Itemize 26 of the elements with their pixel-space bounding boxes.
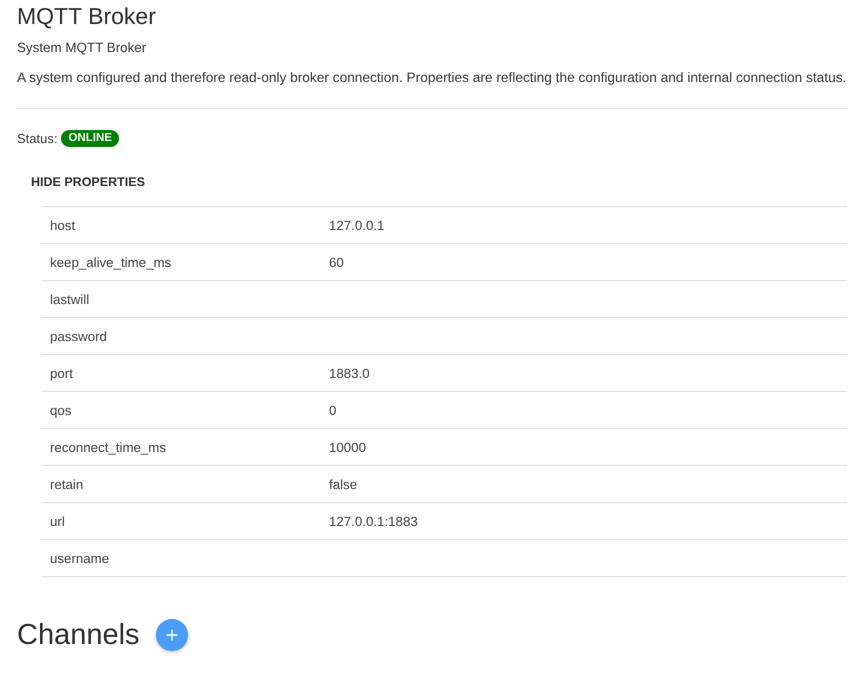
property-name: lastwill [49,292,90,306]
property-name: username [49,550,110,566]
property-value: 127.0.0.1:1883 [329,514,418,528]
status-badge: ONLINE [61,130,119,147]
property-value: 60 [329,254,344,270]
property-name: url [49,514,66,528]
property-name: port [49,366,74,380]
property-name: host [49,218,76,232]
page-title: MQTT Broker [17,2,156,30]
property-value: 1883.0 [329,366,370,380]
plus-icon [166,629,178,641]
property-name: keep_alive_time_ms [49,254,172,270]
status-label: Status: [17,131,58,146]
add-channel-button[interactable] [156,619,188,651]
subtitle: System MQTT Broker [17,40,146,56]
property-name: retain [49,476,84,492]
toggle-properties-button[interactable]: HIDE PROPERTIES [17,172,159,192]
property-value: false [329,476,358,492]
property-name: password [49,328,108,344]
description: A system configured and therefore read-only broker connection. Properties are reflecting the configuration and internal connection status. [17,70,846,86]
channels-heading: Channels [17,618,140,652]
property-name: qos [49,402,72,418]
property-value: 10000 [329,440,366,454]
property-value: 0 [329,402,336,418]
property-value: 127.0.0.1 [329,218,384,232]
property-name: reconnect_time_ms [49,440,168,454]
